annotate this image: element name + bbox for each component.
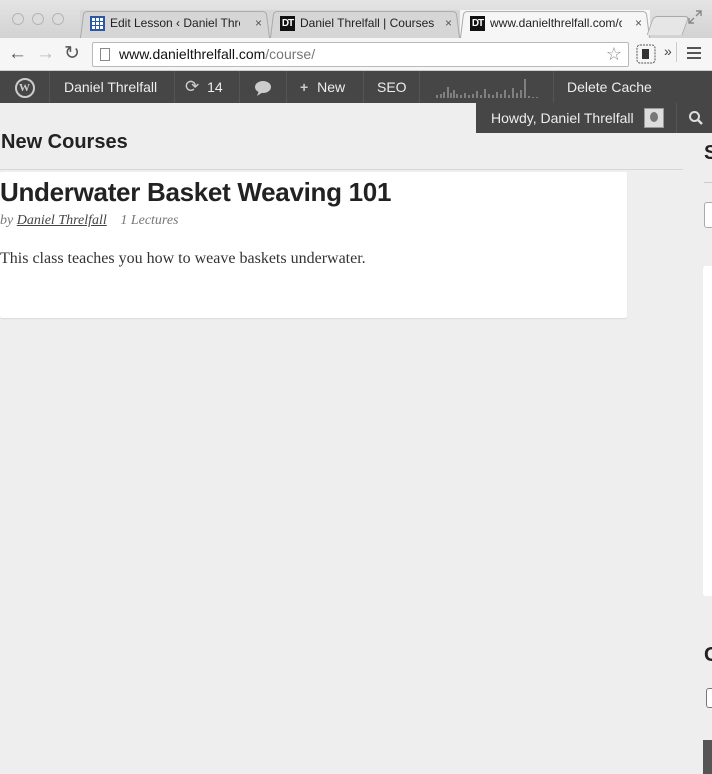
course-description: This class teaches you how to weave bask… — [0, 250, 366, 267]
page-icon — [100, 48, 110, 61]
updates-icon: ⟳ — [185, 77, 200, 96]
avatar — [644, 108, 664, 128]
tab-close-icon[interactable]: × — [255, 16, 262, 30]
back-arrow-icon[interactable]: ← — [8, 44, 27, 64]
stats-sparkline-button[interactable] — [420, 71, 554, 103]
sidebar-search-field[interactable] — [704, 202, 712, 228]
dt-favicon-icon: DT — [470, 16, 485, 31]
lectures-count: 1 Lectures — [120, 213, 179, 228]
sidebar-heading: S — [704, 142, 712, 164]
tab-close-icon[interactable]: × — [635, 16, 642, 30]
new-label: New — [317, 79, 346, 95]
seo-button[interactable]: SEO — [364, 71, 420, 103]
sidebar-heading-2: C — [704, 644, 712, 666]
course-title-link[interactable]: Underwater Basket Weaving 101 — [0, 177, 391, 208]
plus-icon: + — [300, 79, 309, 95]
site-name-label: Daniel Threlfall — [64, 79, 158, 95]
wordpress-logo-icon: W — [14, 78, 35, 99]
bookmark-star-icon[interactable]: ☆ — [606, 43, 622, 66]
updates-count: 14 — [207, 79, 223, 95]
dt-favicon-icon: DT — [280, 16, 295, 31]
menu-icon[interactable] — [687, 46, 701, 60]
window-close-button[interactable] — [12, 13, 24, 25]
toolbar-divider — [676, 42, 677, 62]
window-minimize-button[interactable] — [32, 13, 44, 25]
sidebar-panel — [703, 266, 712, 596]
course-card: Underwater Basket Weaving 101 by Daniel … — [0, 172, 627, 318]
seo-label: SEO — [377, 79, 407, 95]
address-bar[interactable]: www.danielthrelfall.com/course/ ☆ — [92, 42, 629, 67]
tab-close-icon[interactable]: × — [445, 16, 452, 30]
tab-courses[interactable]: DT Daniel Threlfall | Courses × — [270, 10, 460, 38]
sidebar-dark-block — [703, 740, 712, 774]
tab-edit-lesson[interactable]: Edit Lesson ‹ Daniel Threlfall × — [80, 10, 270, 38]
section-divider — [0, 169, 683, 170]
stats-sparkline-icon — [436, 79, 538, 98]
window-zoom-button[interactable] — [52, 13, 64, 25]
author-link[interactable]: Daniel Threlfall — [17, 213, 107, 228]
sidebar-divider — [704, 182, 712, 183]
by-label: by — [0, 213, 14, 228]
comment-bubble-icon — [255, 81, 271, 97]
updates-button[interactable]: ⟳ 14 — [175, 71, 240, 103]
extensions-overflow-icon[interactable]: » — [664, 43, 672, 59]
howdy-label: Howdy, Daniel Threlfall — [491, 110, 634, 126]
wordpress-logo-button[interactable]: W — [0, 71, 50, 103]
sidebar-select[interactable] — [706, 688, 712, 708]
address-path: /course/ — [265, 46, 316, 62]
tab-label: Daniel Threlfall | Courses — [300, 16, 435, 30]
browser-tab-strip: Edit Lesson ‹ Daniel Threlfall × DT Dani… — [0, 0, 712, 38]
address-domain: www.danielthrelfall.com — [119, 46, 266, 62]
howdy-divider — [676, 103, 677, 133]
forward-arrow-icon[interactable]: → — [36, 44, 55, 64]
wp-admin-bar: W Daniel Threlfall ⟳ 14 + New SEO Delete… — [0, 71, 712, 103]
tab-course-url[interactable]: DT www.danielthrelfall.com/course/ × — [460, 10, 650, 38]
new-tab-button[interactable] — [646, 16, 690, 35]
my-account-menu[interactable]: Howdy, Daniel Threlfall — [476, 103, 712, 133]
fullscreen-icon[interactable] — [688, 10, 702, 24]
reload-icon[interactable]: ↻ — [64, 44, 80, 64]
section-title: New Courses — [1, 131, 128, 153]
site-name-link[interactable]: Daniel Threlfall — [50, 71, 175, 103]
course-meta: by Daniel Threlfall 1 Lectures — [0, 213, 179, 229]
comments-button[interactable] — [240, 71, 287, 103]
new-content-button[interactable]: + New — [287, 71, 364, 103]
browser-toolbar: ← → ↻ www.danielthrelfall.com/course/ ☆ … — [0, 38, 712, 71]
grid-favicon-icon — [90, 16, 105, 31]
delete-cache-label: Delete Cache — [567, 79, 652, 95]
tab-label: Edit Lesson ‹ Daniel Threlfall — [110, 16, 240, 30]
delete-cache-button[interactable]: Delete Cache — [554, 71, 712, 103]
search-icon[interactable] — [688, 110, 704, 126]
tab-label: www.danielthrelfall.com/course/ — [490, 16, 622, 30]
evernote-extension-icon[interactable] — [636, 44, 656, 64]
